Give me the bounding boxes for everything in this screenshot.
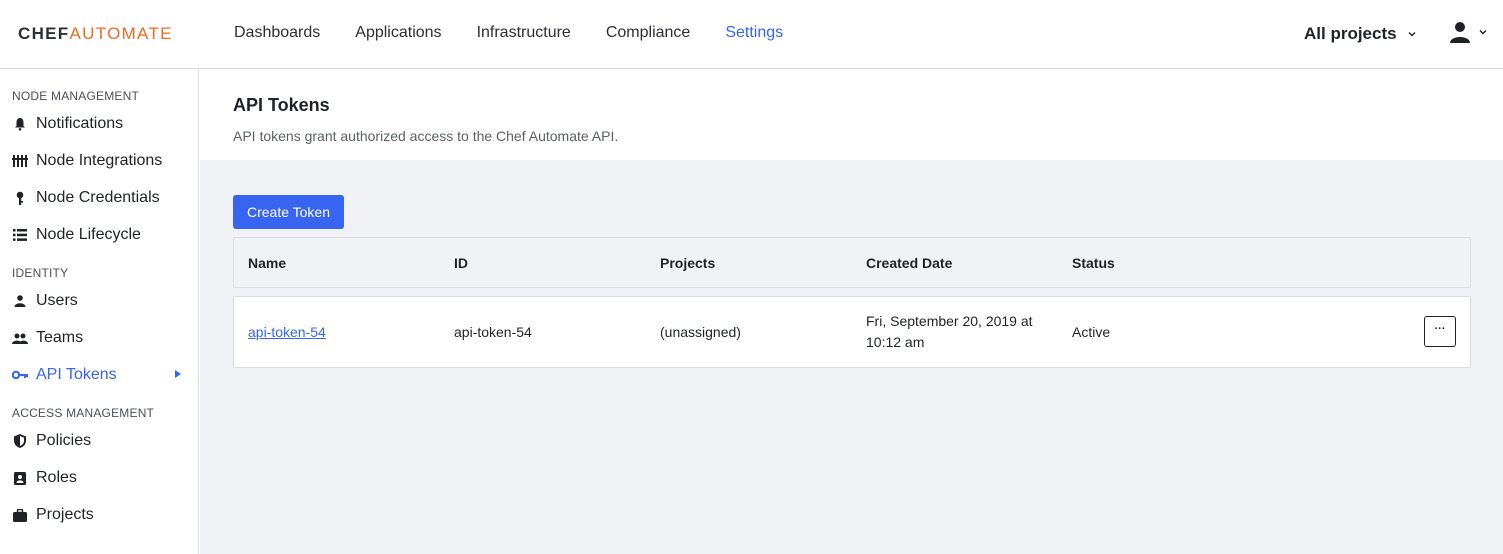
sidebar-item-label: API Tokens (36, 366, 117, 383)
row-actions-menu-button[interactable]: ··· (1424, 316, 1456, 347)
token-projects: (unassigned) (660, 324, 741, 340)
vpn-key-icon (12, 367, 28, 383)
column-header-projects: Projects (660, 255, 716, 271)
user-menu[interactable] (1448, 20, 1488, 44)
token-status: Active (1072, 324, 1111, 340)
people-icon (12, 330, 28, 346)
nav-infrastructure[interactable]: Infrastructure (477, 24, 571, 42)
section-node-management: NODE MANAGEMENT (12, 89, 140, 103)
token-id: api-token-54 (454, 324, 532, 340)
sidebar-item-users[interactable]: Users (12, 289, 187, 313)
sidebar-item-policies[interactable]: Policies (12, 429, 187, 453)
chevron-down-icon (1479, 30, 1487, 35)
page-title: API Tokens (233, 95, 330, 115)
projects-filter-label: All projects (1304, 24, 1397, 43)
column-header-status: Status (1072, 255, 1115, 271)
sidebar-item-node-lifecycle[interactable]: Node Lifecycle (12, 223, 187, 247)
table-row: api-token-54 api-token-54 (unassigned) F… (233, 296, 1471, 368)
page-header: API Tokens API tokens grant authorized a… (200, 70, 1503, 160)
sidebar-item-label: Node Integrations (36, 152, 163, 169)
sidebar-item-notifications[interactable]: Notifications (12, 112, 187, 136)
page-subtitle: API tokens grant authorized access to th… (233, 128, 619, 144)
badge-icon (12, 470, 28, 486)
sidebar-item-label: Users (36, 292, 78, 309)
integrations-icon (12, 153, 28, 169)
sidebar-item-roles[interactable]: Roles (12, 466, 187, 490)
list-icon (12, 227, 28, 243)
section-access-management: ACCESS MANAGEMENT (12, 406, 155, 420)
main-content: Create Token Name ID Projects Created Da… (200, 160, 1503, 554)
account-icon (1450, 22, 1470, 43)
sidebar-item-label: Notifications (36, 115, 124, 132)
sidebar-item-label: Teams (36, 329, 84, 346)
sidebar-item-label: Policies (36, 432, 92, 449)
token-created-date-line1: Fri, September 20, 2019 at (866, 313, 1033, 329)
sidebar-item-node-integrations[interactable]: Node Integrations (12, 149, 187, 173)
logo-chef-text: CHEF (18, 24, 70, 43)
logo-automate-text: AUTOMATE (69, 24, 173, 43)
briefcase-icon (12, 507, 28, 523)
sidebar-item-label: Node Lifecycle (36, 226, 141, 243)
nav-dashboards[interactable]: Dashboards (234, 24, 320, 42)
nav-settings[interactable]: Settings (725, 24, 783, 42)
main-nav: Dashboards Applications Infrastructure C… (234, 24, 818, 42)
column-header-name: Name (248, 255, 287, 271)
settings-sidebar: NODE MANAGEMENT Notifications Node Integ… (0, 69, 199, 554)
table-header: Name ID Projects Created Date Status (233, 237, 1471, 288)
section-identity: IDENTITY (12, 266, 69, 280)
sidebar-item-node-credentials[interactable]: Node Credentials (12, 186, 187, 210)
nav-applications[interactable]: Applications (355, 24, 441, 42)
column-header-created-date: Created Date (866, 255, 953, 271)
sidebar-item-label: Projects (36, 506, 94, 523)
projects-filter-dropdown[interactable]: All projects (1304, 24, 1417, 44)
sidebar-item-label: Roles (36, 469, 77, 486)
column-header-id: ID (454, 255, 468, 271)
chef-automate-logo[interactable]: CHEFAUTOMATE (18, 24, 173, 44)
sidebar-item-projects[interactable]: Projects (12, 503, 187, 527)
person-icon (12, 293, 28, 309)
token-name-link[interactable]: api-token-54 (248, 324, 326, 340)
bell-icon (12, 116, 28, 132)
token-created-date-line2: 10:12 am (866, 334, 925, 350)
top-navbar: CHEFAUTOMATE Dashboards Applications Inf… (0, 0, 1503, 69)
sidebar-item-label: Node Credentials (36, 189, 160, 206)
create-token-button[interactable]: Create Token (233, 195, 344, 229)
shield-icon (12, 433, 28, 449)
sidebar-item-api-tokens[interactable]: API Tokens (12, 363, 187, 387)
sidebar-item-teams[interactable]: Teams (12, 326, 187, 350)
key-icon (12, 190, 28, 206)
chevron-down-icon (1408, 32, 1416, 37)
active-arrow-icon (175, 370, 181, 378)
nav-compliance[interactable]: Compliance (606, 24, 690, 42)
